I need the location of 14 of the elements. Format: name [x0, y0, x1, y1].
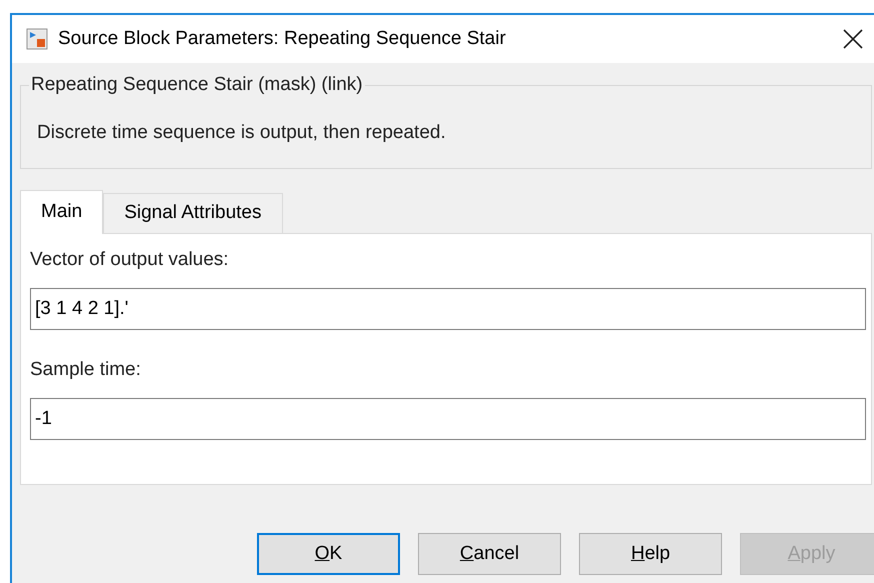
- field-label: Vector of output values:: [30, 248, 229, 272]
- input-field[interactable]: -1: [30, 398, 866, 440]
- tab[interactable]: Main: [20, 190, 104, 234]
- dialog-button[interactable]: OK: [257, 533, 400, 575]
- block-icon: [26, 28, 48, 50]
- field-label: Sample time:: [30, 358, 141, 382]
- group-title: Repeating Sequence Stair (mask) (link): [29, 73, 365, 97]
- dialog-button[interactable]: Help: [579, 533, 722, 575]
- close-icon[interactable]: [842, 28, 864, 50]
- description: Discrete time sequence is output, then repeated.: [37, 121, 446, 145]
- input-field[interactable]: [3 1 4 2 1].': [30, 288, 866, 330]
- tab[interactable]: Signal Attributes: [103, 193, 282, 233]
- window-title: Source Block Parameters: Repeating Sequence Stair: [58, 26, 506, 51]
- dialog-button[interactable]: Cancel: [418, 533, 561, 575]
